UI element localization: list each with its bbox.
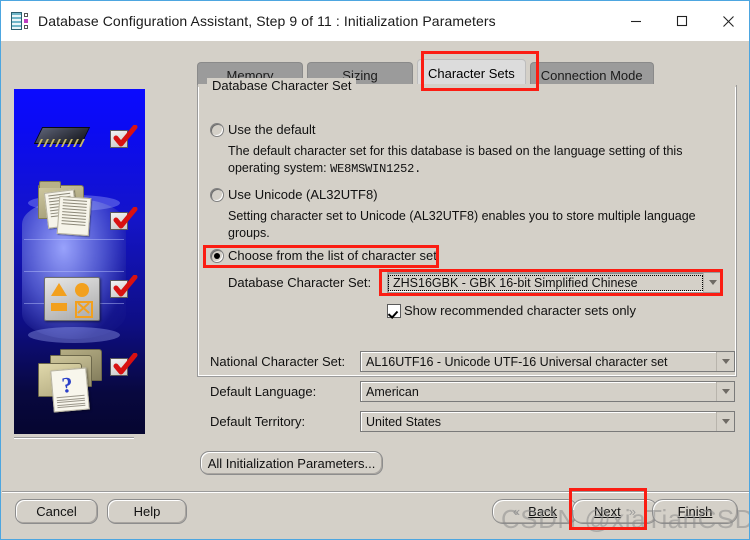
sidebar-divider	[14, 437, 134, 439]
client-area: ? Memory Sizing Character Sets Connectio…	[2, 41, 749, 539]
all-initialization-parameters-button[interactable]: All Initialization Parameters...	[200, 451, 383, 475]
tab-character-sets[interactable]: Character Sets	[417, 59, 526, 87]
chevron-down-icon[interactable]	[716, 412, 734, 431]
radio-indicator	[210, 187, 224, 202]
database-character-set-value: ZHS16GBK - GBK 16-bit Simplified Chinese	[388, 274, 703, 291]
memory-chip-icon	[33, 123, 91, 149]
default-territory-label: Default Territory:	[210, 414, 306, 429]
national-character-set-label: National Character Set:	[210, 354, 346, 369]
radio-indicator	[210, 248, 224, 263]
show-recommended-label: Show recommended character sets only	[404, 303, 636, 318]
checkbox-indicator	[387, 303, 401, 318]
close-icon[interactable]	[705, 1, 749, 41]
checkmark-icon-3	[110, 275, 138, 299]
help-button[interactable]: Help	[107, 499, 187, 524]
watermark: CSDN @xiaTianCSDN	[501, 504, 750, 534]
title-bar: Database Configuration Assistant, Step 9…	[1, 1, 749, 41]
radio-indicator	[210, 122, 224, 137]
chevron-down-icon[interactable]	[716, 352, 734, 371]
checkmark-icon-4	[110, 353, 138, 377]
radio-label-choose-from-list: Choose from the list of character set	[228, 248, 437, 263]
radio-use-unicode[interactable]: Use Unicode (AL32UTF8)	[210, 187, 378, 202]
national-character-set-value: AL16UTF16 - Unicode UTF-16 Universal cha…	[366, 354, 668, 369]
database-character-set-label: Database Character Set:	[228, 275, 372, 290]
folders-question-document-icon: ?	[34, 347, 106, 413]
maximize-icon[interactable]	[659, 1, 705, 41]
show-recommended-checkbox[interactable]: Show recommended character sets only	[387, 303, 636, 318]
dbca-window: Database Configuration Assistant, Step 9…	[0, 0, 750, 540]
default-territory-combo[interactable]: United States	[360, 411, 735, 432]
chevron-down-icon[interactable]	[716, 382, 734, 401]
default-language-value: American	[366, 384, 419, 399]
use-unicode-description: Setting character set to Unicode (AL32UT…	[228, 209, 696, 240]
radio-label-use-default: Use the default	[228, 122, 316, 137]
window-title: Database Configuration Assistant, Step 9…	[38, 13, 496, 29]
radio-label-use-unicode: Use Unicode (AL32UTF8)	[228, 187, 378, 202]
oracle-database-illustration: ?	[14, 89, 145, 434]
cancel-button[interactable]: Cancel	[15, 499, 98, 524]
default-language-label: Default Language:	[210, 384, 317, 399]
radio-choose-from-list[interactable]: Choose from the list of character set	[210, 248, 437, 263]
shapes-palette-icon	[44, 277, 100, 321]
default-territory-value: United States	[366, 414, 442, 429]
app-icon	[11, 12, 29, 30]
minimize-icon[interactable]	[613, 1, 659, 41]
checkmark-icon-2	[110, 207, 138, 231]
use-default-description-value: WE8MSWIN1252.	[330, 162, 422, 176]
checkmark-icon-1	[110, 125, 138, 149]
folder-documents-icon	[36, 181, 98, 241]
chevron-down-icon[interactable]	[703, 273, 721, 292]
use-default-description: The default character set for this datab…	[228, 143, 728, 178]
group-title: Database Character Set	[207, 78, 357, 93]
window-controls	[613, 1, 749, 41]
national-character-set-combo[interactable]: AL16UTF16 - Unicode UTF-16 Universal cha…	[360, 351, 735, 372]
bottom-divider	[2, 491, 749, 493]
radio-use-default[interactable]: Use the default	[210, 122, 315, 137]
default-language-combo[interactable]: American	[360, 381, 735, 402]
use-default-description-text: The default character set for this datab…	[228, 144, 683, 175]
database-character-set-combo[interactable]: ZHS16GBK - GBK 16-bit Simplified Chinese	[387, 272, 722, 293]
